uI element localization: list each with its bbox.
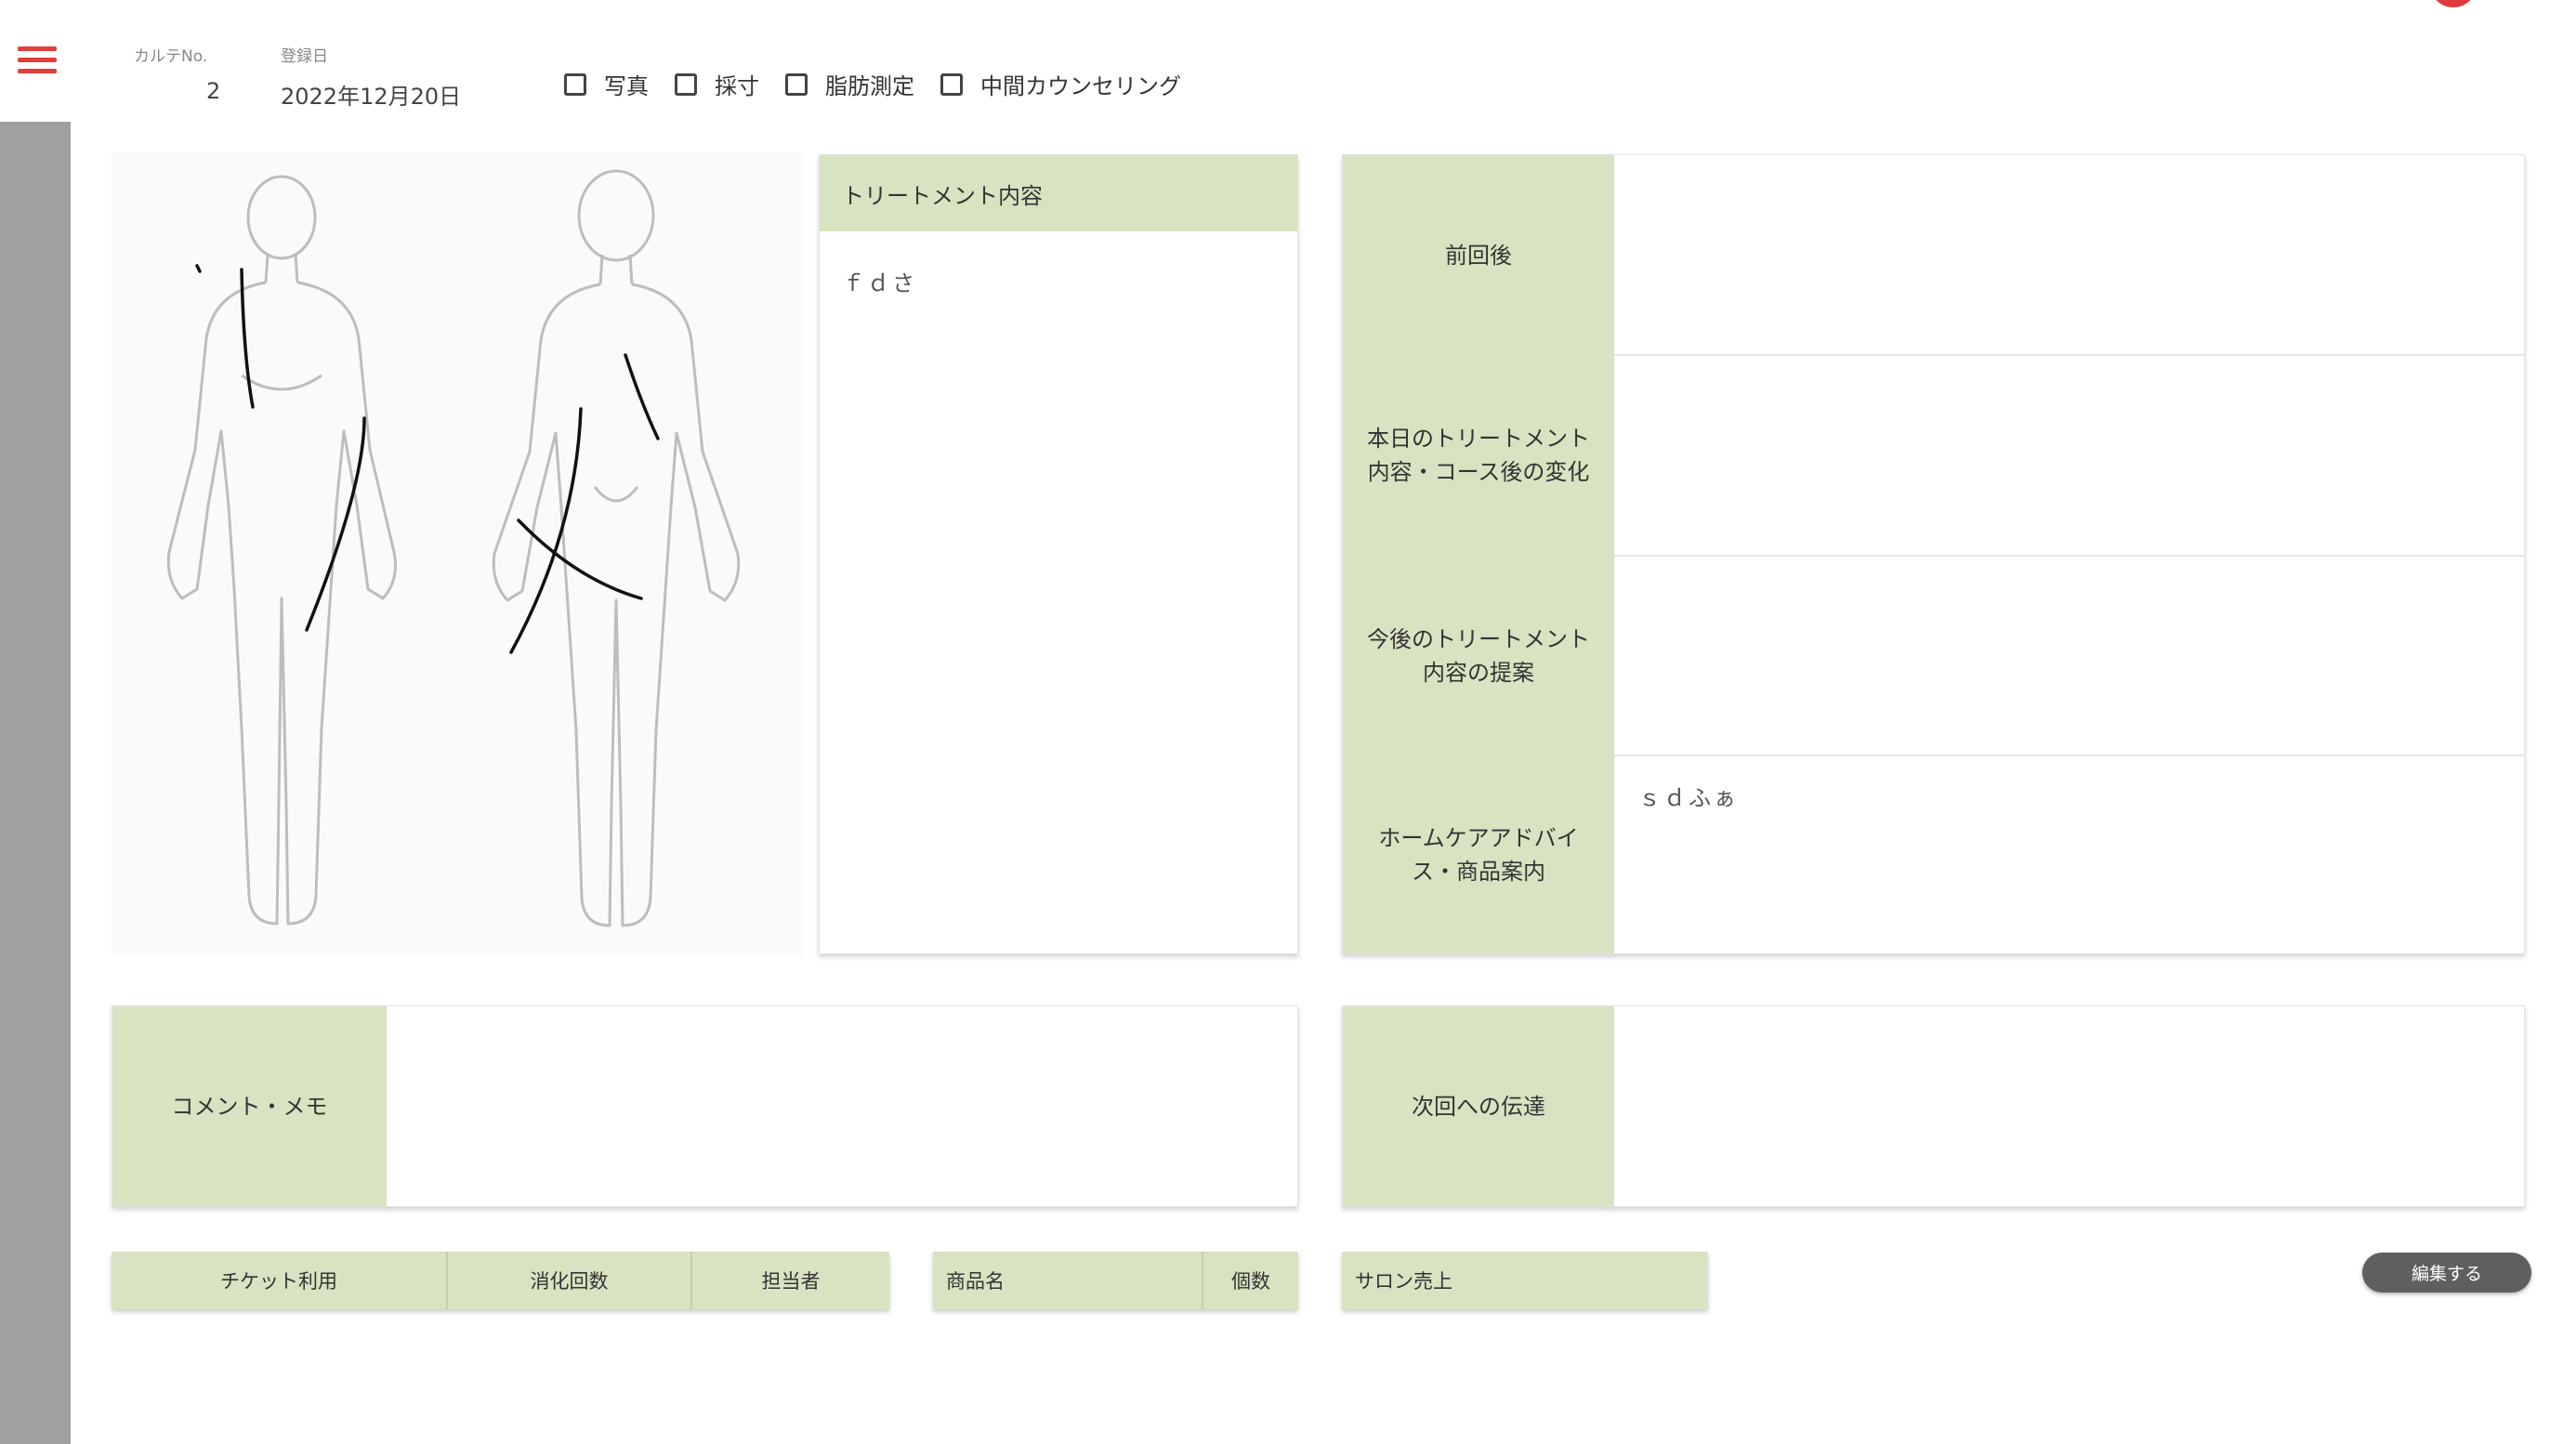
next-notice-field[interactable] [1638,1034,2503,1183]
row-label-future: 今後のトリートメント 内容の提案 [1367,625,1590,686]
checkbox-measure[interactable]: 採寸 [675,68,759,100]
counseling-panel: 前回後 本日のトリートメント 内容・コース後の変化 今後のトリートメント 内容の… [1342,154,2525,954]
checkbox-fat-measure[interactable]: 脂肪測定 [785,68,914,100]
checkbox-label: 採寸 [715,73,759,99]
ticket-table-header: チケット利用 消化回数 担当者 [112,1252,889,1309]
body-chart-canvas[interactable] [112,152,804,954]
staff-header: 担当者 [761,1270,821,1293]
row-divider [1614,354,2525,356]
row-content-today[interactable] [1638,383,2493,532]
registered-date-label: 登録日 [281,47,328,66]
product-table-header: 商品名 個数 [933,1252,1298,1309]
notification-badge[interactable] [2431,0,2476,7]
comment-card: コメント・メモ [112,1005,1298,1207]
row-content-homecare[interactable]: ｓｄふぁ [1638,780,2493,928]
checkbox-label: 中間カウンセリング [980,73,1181,99]
salon-sales-table-header: サロン売上 [1342,1252,1708,1309]
row-label-previous: 前回後 [1445,242,1512,269]
edit-button[interactable]: 編集する [2362,1253,2531,1293]
row-label-today: 本日のトリートメント 内容・コース後の変化 [1367,426,1590,485]
side-rail [0,0,71,1444]
salon-sales-header: サロン売上 [1355,1270,1452,1293]
row-content-future[interactable] [1638,584,2493,732]
consumed-count-header: 消化回数 [448,1252,692,1309]
treatment-card: トリートメント内容 ｆｄさ [819,154,1298,954]
karte-no-label: カルテNo. [134,47,208,66]
checkbox-label: 写真 [604,73,649,99]
comment-field[interactable] [410,1034,1274,1183]
registered-date-value: 2022年12月20日 [281,84,462,110]
checkbox-icon[interactable] [785,72,808,96]
karte-no-value: 2 [206,78,221,104]
checkbox-mid-counseling[interactable]: 中間カウンセリング [940,68,1181,100]
ticket-usage-header: チケット利用 [112,1252,448,1309]
checkbox-label: 脂肪測定 [825,73,914,99]
checkbox-icon[interactable] [564,72,586,96]
treatment-content-field[interactable]: ｆｄさ [842,265,1279,915]
row-divider [1614,555,2525,557]
checkbox-photo[interactable]: 写真 [564,68,649,100]
next-notice-card: 次回への伝達 [1342,1005,2525,1207]
hamburger-menu-icon[interactable] [18,46,57,74]
body-outline-drawing [166,169,741,927]
product-name-header: 商品名 [933,1252,1203,1309]
checkbox-icon[interactable] [675,72,697,96]
quantity-header: 個数 [1231,1270,1270,1293]
treatment-card-title: トリートメント内容 [842,182,1043,209]
next-notice-label: 次回への伝達 [1343,1006,1614,1206]
checkbox-icon[interactable] [940,72,963,96]
menu-container [0,0,71,122]
comment-label: コメント・メモ [112,1006,387,1206]
row-content-previous[interactable] [1638,183,2493,332]
row-label-homecare: ホームケアアドバイ ス・商品案内 [1378,824,1579,885]
treatment-card-header: トリートメント内容 [820,155,1297,231]
row-divider [1614,755,2525,756]
